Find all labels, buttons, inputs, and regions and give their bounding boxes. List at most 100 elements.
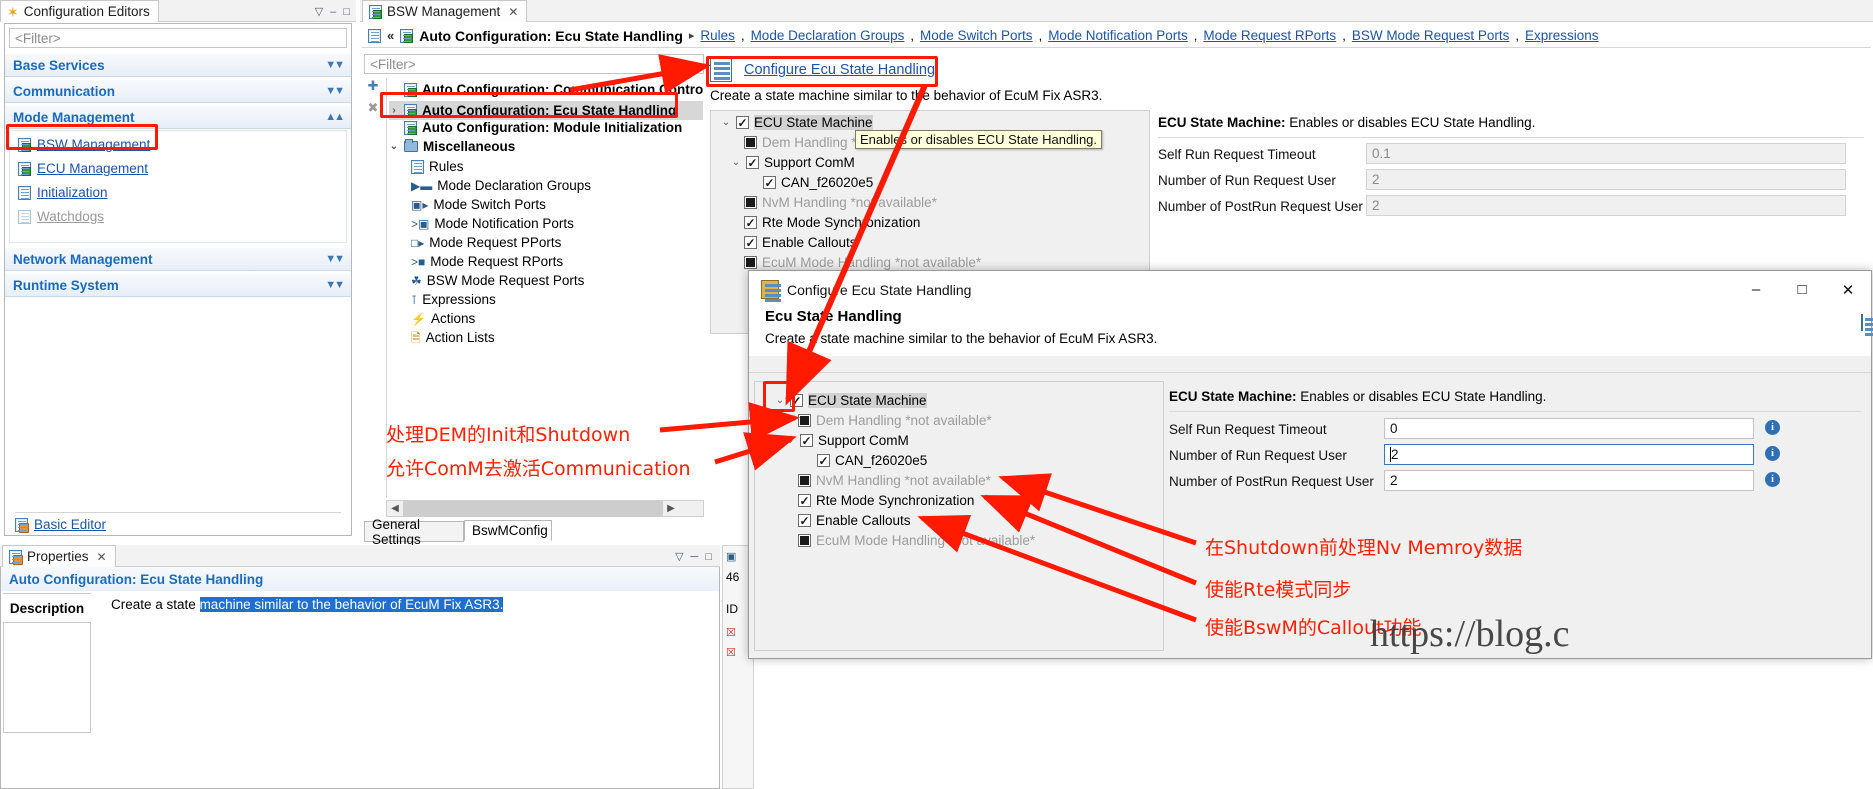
delete-icon[interactable]: ✖: [368, 100, 379, 116]
category-communication[interactable]: Communication ▼▼: [5, 80, 351, 103]
breadcrumb-link-mode-declaration-groups[interactable]: Mode Declaration Groups: [751, 28, 905, 43]
minimize-button[interactable]: –: [1733, 272, 1779, 308]
add-icon[interactable]: ✚: [368, 78, 379, 94]
close-icon[interactable]: ✕: [508, 5, 518, 19]
info-icon[interactable]: i: [1765, 446, 1780, 461]
prop-input-number-of-postrun-request-user[interactable]: 2: [1366, 195, 1846, 216]
sidebar-item-initialization[interactable]: Initialization: [18, 185, 108, 200]
dialog-tree-row[interactable]: CAN_f26020e5: [817, 453, 927, 468]
tree-twisty[interactable]: ⌄: [389, 141, 399, 152]
breadcrumb-link-mode-switch-ports[interactable]: Mode Switch Ports: [920, 28, 1033, 43]
detail-tree-row[interactable]: ⌄ ECU State Machine: [721, 115, 873, 130]
minimize-icon[interactable]: –: [330, 6, 336, 18]
checkbox-ecu-state-machine[interactable]: [790, 394, 803, 407]
tab-general-settings[interactable]: General Settings: [364, 517, 464, 547]
config-editors-window-controls[interactable]: ▽ – □: [315, 5, 350, 19]
dialog-checkbox-tree[interactable]: ⌄ ECU State Machine Dem Handling *not av…: [754, 381, 1164, 651]
tree-row[interactable]: 🗎 Action Lists: [411, 330, 495, 345]
checkbox-support-comm[interactable]: [800, 434, 813, 447]
tree-row[interactable]: □▸ Mode Request PPorts: [411, 235, 561, 250]
checkbox-can-f26020e5[interactable]: [817, 454, 830, 467]
tree-row[interactable]: ☘ BSW Mode Request Ports: [411, 273, 584, 288]
detail-tree-row[interactable]: Rte Mode Synchronization: [744, 215, 920, 230]
close-icon[interactable]: ✕: [97, 550, 107, 564]
detail-tree-row[interactable]: CAN_f26020e5: [763, 175, 873, 190]
breadcrumb-link-mode-notification-ports[interactable]: Mode Notification Ports: [1048, 28, 1188, 43]
minimize-icon[interactable]: ─: [691, 551, 699, 563]
prop-input-number-of-run-request-user[interactable]: 2: [1366, 169, 1846, 190]
scroll-right-icon[interactable]: ▶: [663, 503, 679, 514]
dialog-help-icon[interactable]: [1861, 314, 1863, 331]
maximize-icon[interactable]: □: [343, 6, 350, 18]
config-editors-filter-input[interactable]: <Filter>: [9, 28, 347, 48]
tree-row[interactable]: ⚡ Actions: [411, 311, 475, 326]
tree-row[interactable]: ▶▬ Mode Declaration Groups: [411, 178, 591, 193]
breadcrumb-link-bsw-mode-request-ports[interactable]: BSW Mode Request Ports: [1352, 28, 1510, 43]
tree-twisty[interactable]: ⌄: [731, 157, 741, 168]
view-menu-icon[interactable]: ▽: [315, 5, 323, 18]
tree-row[interactable]: Rules: [411, 159, 464, 174]
checkbox-support-comm[interactable]: [746, 156, 759, 169]
category-runtime-system[interactable]: Runtime System ▼▼: [5, 274, 351, 297]
category-network-management[interactable]: Network Management ▼▼: [5, 248, 351, 271]
editor-filter-input[interactable]: <Filter>: [364, 54, 704, 74]
tab-configuration-editors[interactable]: ✶ Configuration Editors: [0, 0, 159, 22]
prop-input-self-run-request-timeout[interactable]: 0.1: [1366, 143, 1846, 164]
editor-tree-hscrollbar[interactable]: ◀ ▶: [386, 500, 704, 517]
tree-row[interactable]: ▣▸ Mode Switch Ports: [411, 197, 546, 212]
maximize-button[interactable]: □: [1779, 272, 1825, 308]
sidebar-item-ecu-management[interactable]: ECU Management: [18, 161, 148, 176]
tab-bswmconfig[interactable]: BswMConfig: [464, 520, 552, 541]
properties-window-controls[interactable]: ▽ ─ □: [675, 550, 712, 564]
info-icon[interactable]: i: [1765, 472, 1780, 487]
dialog-prop-input-number-of-postrun-request-user[interactable]: 2: [1384, 470, 1754, 491]
tree-twisty[interactable]: ⌄: [775, 395, 785, 406]
tree-row[interactable]: › Auto Configuration: Ecu State Handling: [389, 101, 703, 120]
dialog-window-controls[interactable]: – □ ✕: [1733, 272, 1871, 308]
tree-twisty[interactable]: ⌄: [721, 117, 731, 128]
properties-section-description[interactable]: Description: [3, 593, 91, 623]
checkbox-enable-callouts[interactable]: [744, 236, 757, 249]
tree-row[interactable]: >▣ Mode Notification Ports: [411, 216, 574, 231]
info-icon[interactable]: i: [1765, 420, 1780, 435]
tree-twisty[interactable]: ›: [389, 105, 399, 116]
tree-row[interactable]: ⊺ Expressions: [411, 292, 496, 307]
checkbox-enable-callouts[interactable]: [798, 514, 811, 527]
sidebar-item-bsw-management[interactable]: BSW Management: [18, 137, 150, 152]
detail-tree-row[interactable]: Enable Callouts: [744, 235, 857, 250]
detail-tree-row[interactable]: ⌄ Support ComM: [731, 155, 855, 170]
checkbox-rte-mode-synchronization[interactable]: [798, 494, 811, 507]
breadcrumb-link-rules[interactable]: Rules: [700, 28, 735, 43]
tree-twisty[interactable]: ⌄: [785, 435, 795, 446]
dialog-tree-row[interactable]: Enable Callouts: [798, 513, 911, 528]
basic-editor-link[interactable]: Basic Editor: [15, 517, 106, 533]
category-mode-management[interactable]: Mode Management ▲▲: [5, 106, 351, 129]
tab-properties[interactable]: Properties ✕: [2, 545, 116, 567]
tree-row[interactable]: >■ Mode Request RPorts: [411, 254, 563, 269]
breadcrumb-link-mode-request-rports[interactable]: Mode Request RPorts: [1203, 28, 1336, 43]
breadcrumb-root-icon[interactable]: [368, 28, 381, 43]
dialog-tree-row[interactable]: Rte Mode Synchronization: [798, 493, 974, 508]
tree-row[interactable]: ⌄ Miscellaneous: [389, 139, 515, 154]
view-menu-icon[interactable]: ▽: [675, 550, 683, 563]
scroll-left-icon[interactable]: ◀: [387, 503, 403, 514]
dialog-prop-input-self-run-request-timeout[interactable]: 0: [1384, 418, 1754, 439]
breadcrumb-back-button[interactable]: «: [387, 28, 394, 43]
tree-row[interactable]: Auto Configuration: Module Initializatio…: [389, 120, 682, 135]
checkbox-ecu-state-machine[interactable]: [736, 116, 749, 129]
dialog-tree-row[interactable]: ⌄ ECU State Machine: [775, 393, 927, 408]
properties-section-list[interactable]: [3, 623, 91, 733]
checkbox-rte-mode-synchronization[interactable]: [744, 216, 757, 229]
configure-ecu-state-handling-action[interactable]: Configure Ecu State Handling: [710, 58, 935, 82]
dialog-titlebar[interactable]: Configure Ecu State Handling – □ ✕: [749, 271, 1871, 308]
tree-row[interactable]: Auto Configuration: Communication Contro…: [389, 82, 704, 97]
configure-ecu-state-handling-link[interactable]: Configure Ecu State Handling: [744, 62, 935, 78]
category-base-services[interactable]: Base Services ▼▼: [5, 54, 351, 77]
dialog-tree-row[interactable]: ⌄ Support ComM: [785, 433, 909, 448]
dialog-prop-input-number-of-run-request-user[interactable]: 2: [1384, 444, 1754, 465]
breadcrumb-link-expressions[interactable]: Expressions: [1525, 28, 1599, 43]
tab-bsw-management[interactable]: BSW Management ✕: [362, 0, 528, 22]
checkbox-can-f26020e5[interactable]: [763, 176, 776, 189]
maximize-icon[interactable]: □: [705, 551, 712, 563]
close-button[interactable]: ✕: [1825, 272, 1871, 308]
